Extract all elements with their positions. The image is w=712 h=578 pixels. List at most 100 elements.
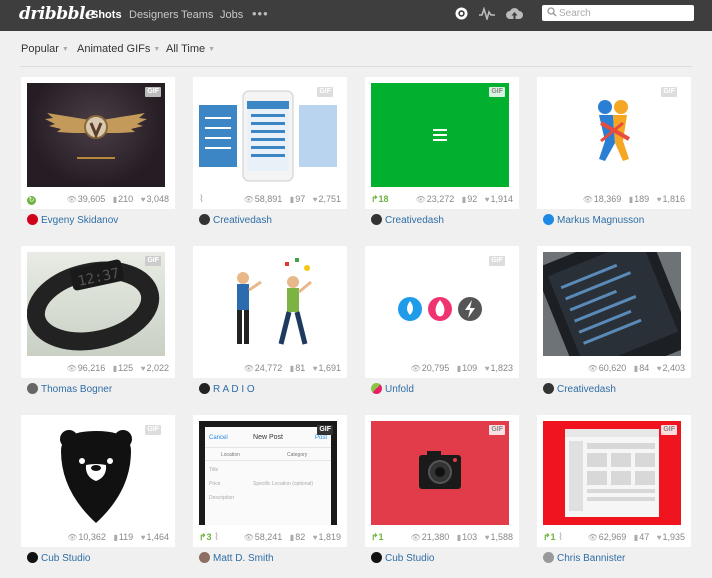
heart-icon[interactable]: ♥ xyxy=(657,364,662,373)
heart-icon[interactable]: ♥ xyxy=(141,195,146,204)
shot-card[interactable]: 👁24,772 ▮81 ♥1,691 xyxy=(193,246,347,378)
shot-thumbnail-new-post-form[interactable]: Cancel New Post Post Location Category T… xyxy=(199,421,337,525)
rebound-count[interactable]: ↱18 xyxy=(371,194,389,205)
nav-jobs[interactable]: Jobs xyxy=(220,9,243,21)
nav-shots[interactable]: Shots xyxy=(91,9,122,21)
shot-author[interactable]: Matt D. Smith xyxy=(199,552,274,565)
fitness-band-image: 12:37 xyxy=(27,259,160,351)
shot-card[interactable]: GIF ⌇ 👁58,891 ▮97 ♥2,751 xyxy=(193,77,347,209)
author-name[interactable]: Markus Magnusson xyxy=(557,215,644,226)
shot-author[interactable]: Creativedash xyxy=(371,214,444,227)
comment-icon: ▮ xyxy=(289,533,295,542)
heart-icon[interactable]: ♥ xyxy=(141,364,146,373)
attachment-icon[interactable]: ⌇ xyxy=(558,532,563,543)
shot-thumbnail-hugging-figures[interactable]: GIF xyxy=(543,83,681,187)
shot-author[interactable]: Evgeny Skidanov xyxy=(27,214,118,227)
heart-icon[interactable]: ♥ xyxy=(657,533,662,542)
author-name[interactable]: Evgeny Skidanov xyxy=(41,215,118,226)
shot-stats: ↱18 👁23,272 ▮92 ♥1,914 xyxy=(371,194,513,204)
nav-designers[interactable]: Designers xyxy=(129,9,179,21)
shot-author[interactable]: Thomas Bogner xyxy=(27,383,112,396)
cloud-upload-icon[interactable] xyxy=(506,7,523,20)
view-count: 60,620 xyxy=(598,363,627,373)
author-name[interactable]: Chris Bannister xyxy=(557,553,625,564)
shot-card[interactable]: GIF 👁18,369 ▮189 ♥1,816 xyxy=(537,77,691,209)
attachment-icon[interactable]: ⌇ xyxy=(199,194,204,205)
like-count: 1,935 xyxy=(662,532,685,542)
rebound-count[interactable]: ↱3 xyxy=(199,532,212,542)
shot-author[interactable]: Cub Studio xyxy=(371,552,434,565)
author-name[interactable]: Matt D. Smith xyxy=(213,553,274,564)
shot-thumbnail-camera[interactable]: GIF xyxy=(371,421,509,525)
shot-card[interactable]: GIF 👁20,795 ▮109 ♥1,823 xyxy=(365,246,519,378)
shot-author[interactable]: Creativedash xyxy=(543,383,616,396)
comment-icon: ▮ xyxy=(628,195,634,204)
author-name[interactable]: Cub Studio xyxy=(41,553,90,564)
search-input[interactable] xyxy=(559,5,691,21)
shot-author[interactable]: Chris Bannister xyxy=(543,552,625,565)
shot-card[interactable]: GIF 👁10,362 ▮119 ♥1,464 xyxy=(21,415,175,547)
heart-icon[interactable]: ♥ xyxy=(485,533,490,542)
author-name[interactable]: Creativedash xyxy=(385,215,444,226)
attachment-icon[interactable]: ⌇ xyxy=(214,532,219,543)
shot-stats: ↻ 👁39,605 ▮210 ♥3,048 xyxy=(27,194,169,205)
views-icon: 👁 xyxy=(66,364,77,373)
dribbble-logo[interactable]: dribbble xyxy=(19,4,96,24)
heart-icon[interactable]: ♥ xyxy=(657,195,662,204)
shot-card[interactable]: GIF ↱1 ⌇ 👁62,969 ▮47 ♥1,935 xyxy=(537,415,691,547)
shot-thumbnail-green-menu[interactable]: GIF xyxy=(371,83,509,187)
shot-card[interactable]: GIF ↻ 👁39,605 ▮210 ♥3,048 xyxy=(21,77,175,209)
shot-card[interactable]: 👁60,620 ▮84 ♥2,403 xyxy=(537,246,691,378)
more-menu-icon[interactable]: ••• xyxy=(252,6,269,21)
gif-badge: GIF xyxy=(661,87,677,97)
gif-badge: GIF xyxy=(661,425,677,435)
shot-author[interactable]: R A D I O xyxy=(199,383,255,396)
shot-thumbnail-app-screens[interactable]: GIF xyxy=(199,83,337,187)
activity-icon[interactable] xyxy=(479,7,495,20)
gif-badge: GIF xyxy=(489,256,505,266)
comment-count: 97 xyxy=(295,194,306,204)
shot-author[interactable]: Unfold xyxy=(371,383,414,396)
rebound-icon[interactable]: ↻ xyxy=(27,196,36,205)
heart-icon[interactable]: ♥ xyxy=(485,364,490,373)
views-icon: 👁 xyxy=(587,364,598,373)
dribbble-ball-icon[interactable] xyxy=(455,7,468,20)
view-count: 24,772 xyxy=(254,363,283,373)
author-name[interactable]: Cub Studio xyxy=(385,553,434,564)
heart-icon[interactable]: ♥ xyxy=(313,364,318,373)
heart-icon[interactable]: ♥ xyxy=(313,195,318,204)
shot-thumbnail-bear[interactable]: GIF xyxy=(27,421,165,525)
author-name[interactable]: Creativedash xyxy=(557,384,616,395)
author-name[interactable]: Thomas Bogner xyxy=(41,384,112,395)
shot-thumbnail-fitness-band[interactable]: 12:37 GIF xyxy=(27,252,165,356)
shot-thumbnail-icons[interactable]: GIF xyxy=(371,252,509,356)
shot-card[interactable]: Cancel New Post Post Location Category T… xyxy=(193,415,347,547)
shot-thumbnail-winged-emblem[interactable]: GIF xyxy=(27,83,165,187)
shot-author[interactable]: Creativedash xyxy=(199,214,272,227)
rebound-count[interactable]: ↱1 xyxy=(543,532,556,542)
avatar xyxy=(199,214,210,225)
sort-filter-dropdown[interactable]: Popular ▼ xyxy=(21,43,69,55)
nav-teams[interactable]: Teams xyxy=(181,9,213,21)
like-count: 1,464 xyxy=(146,532,169,542)
heart-icon[interactable]: ♥ xyxy=(141,533,146,542)
search-box[interactable] xyxy=(542,5,694,21)
shot-thumbnail-dark-phone[interactable] xyxy=(543,252,681,356)
timeframe-filter-dropdown[interactable]: All Time ▼ xyxy=(166,43,215,55)
shot-author[interactable]: Markus Magnusson xyxy=(543,214,644,227)
author-name[interactable]: R A D I O xyxy=(213,384,255,395)
heart-icon[interactable]: ♥ xyxy=(485,195,490,204)
shot-thumbnail-dashboard-red[interactable]: GIF xyxy=(543,421,681,525)
heart-icon[interactable]: ♥ xyxy=(313,533,318,542)
rebound-count[interactable]: ↱1 xyxy=(371,532,384,543)
shot-author[interactable]: Cub Studio xyxy=(27,552,90,565)
author-name[interactable]: Creativedash xyxy=(213,215,272,226)
author-name[interactable]: Unfold xyxy=(385,384,414,395)
avatar xyxy=(199,552,210,563)
shot-card[interactable]: 12:37 GIF 👁96,216 ▮125 ♥2,022 xyxy=(21,246,175,378)
list-filter-dropdown[interactable]: Animated GIFs ▼ xyxy=(77,43,160,55)
location-label: Location xyxy=(221,452,240,458)
shot-card[interactable]: GIF ↱18 👁23,272 ▮92 ♥1,914 xyxy=(365,77,519,209)
shot-thumbnail-dancing-men[interactable] xyxy=(199,252,337,356)
shot-card[interactable]: GIF ↱1 👁21,380 ▮103 ♥1,588 xyxy=(365,415,519,547)
